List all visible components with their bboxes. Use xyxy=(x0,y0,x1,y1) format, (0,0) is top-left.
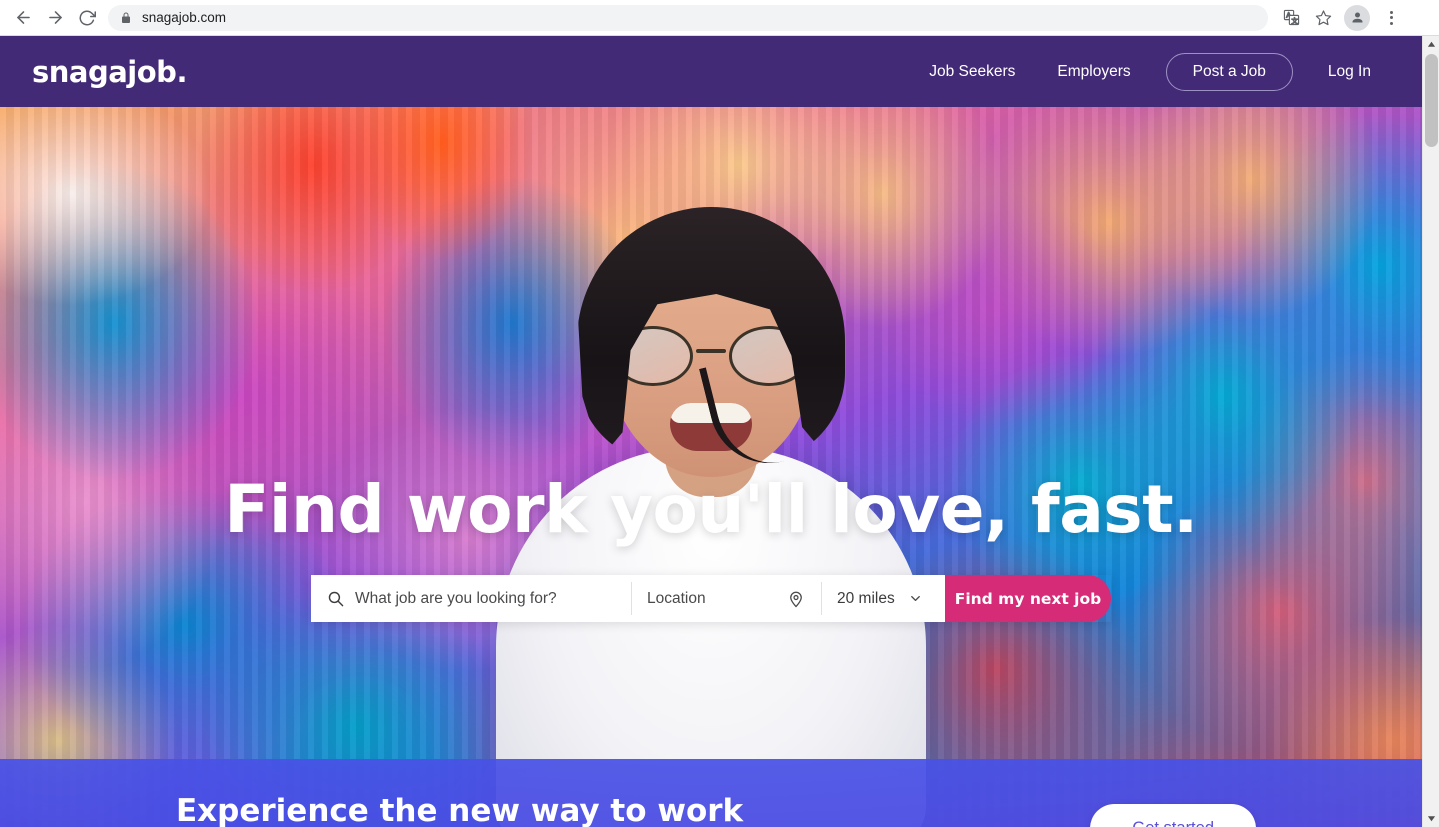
forward-button[interactable] xyxy=(40,3,70,33)
profile-avatar-icon[interactable] xyxy=(1344,4,1370,31)
star-icon[interactable] xyxy=(1308,3,1338,33)
hero-headline: Find work you'll love, fast. xyxy=(224,471,1198,548)
back-button[interactable] xyxy=(8,3,38,33)
distance-dropdown[interactable]: 20 miles xyxy=(821,575,945,622)
browser-toolbar-actions: A文 xyxy=(1276,3,1406,33)
distance-value: 20 miles xyxy=(837,589,895,607)
promo-band: Experience the new way to work See jobs … xyxy=(0,759,1422,827)
map-pin-icon[interactable] xyxy=(787,590,805,608)
scrollbar-thumb[interactable] xyxy=(1425,54,1438,147)
svg-text:文: 文 xyxy=(1291,16,1298,25)
job-search-bar: 20 miles Find my next job xyxy=(311,575,1111,622)
log-in-link[interactable]: Log In xyxy=(1307,63,1392,81)
hero-portrait-photo xyxy=(476,107,946,827)
nav-employers[interactable]: Employers xyxy=(1036,63,1151,81)
lock-icon xyxy=(120,12,132,24)
page-scrollbar[interactable] xyxy=(1422,36,1439,827)
search-input[interactable] xyxy=(355,589,615,608)
address-bar[interactable]: snagajob.com xyxy=(108,4,1268,31)
scroll-down-arrow-icon[interactable] xyxy=(1423,810,1439,827)
nav-job-seekers[interactable]: Job Seekers xyxy=(908,63,1036,81)
promo-title: Experience the new way to work xyxy=(176,792,744,827)
post-a-job-button[interactable]: Post a Job xyxy=(1165,52,1293,91)
location-segment[interactable] xyxy=(631,575,821,622)
hero-section: Find work you'll love, fast. 20 miles xyxy=(0,107,1422,827)
page-viewport: snagajob Job Seekers Employers Post a Jo… xyxy=(0,36,1422,827)
header-navigation: Job Seekers Employers Post a Job Log In xyxy=(908,52,1392,91)
reload-button[interactable] xyxy=(72,3,102,33)
translate-icon[interactable]: A文 xyxy=(1276,3,1306,33)
chevron-down-icon xyxy=(908,591,923,606)
hero-text-block: Find work you'll love, fast. xyxy=(0,477,1422,543)
three-dot-menu-icon[interactable] xyxy=(1376,3,1406,33)
url-text: snagajob.com xyxy=(142,10,227,25)
browser-toolbar: snagajob.com A文 xyxy=(0,0,1439,36)
search-icon xyxy=(327,590,344,607)
find-my-next-job-button[interactable]: Find my next job xyxy=(945,575,1111,622)
promo-text-block: Experience the new way to work See jobs … xyxy=(176,792,744,827)
get-started-button[interactable]: Get started xyxy=(1090,804,1256,827)
location-input[interactable] xyxy=(647,589,787,608)
scroll-up-arrow-icon[interactable] xyxy=(1423,36,1439,53)
glasses-bridge xyxy=(696,349,726,353)
navigation-buttons xyxy=(8,3,102,33)
site-header: snagajob Job Seekers Employers Post a Jo… xyxy=(0,36,1422,107)
snagajob-logo[interactable]: snagajob xyxy=(32,55,187,89)
job-query-segment[interactable] xyxy=(311,575,631,622)
